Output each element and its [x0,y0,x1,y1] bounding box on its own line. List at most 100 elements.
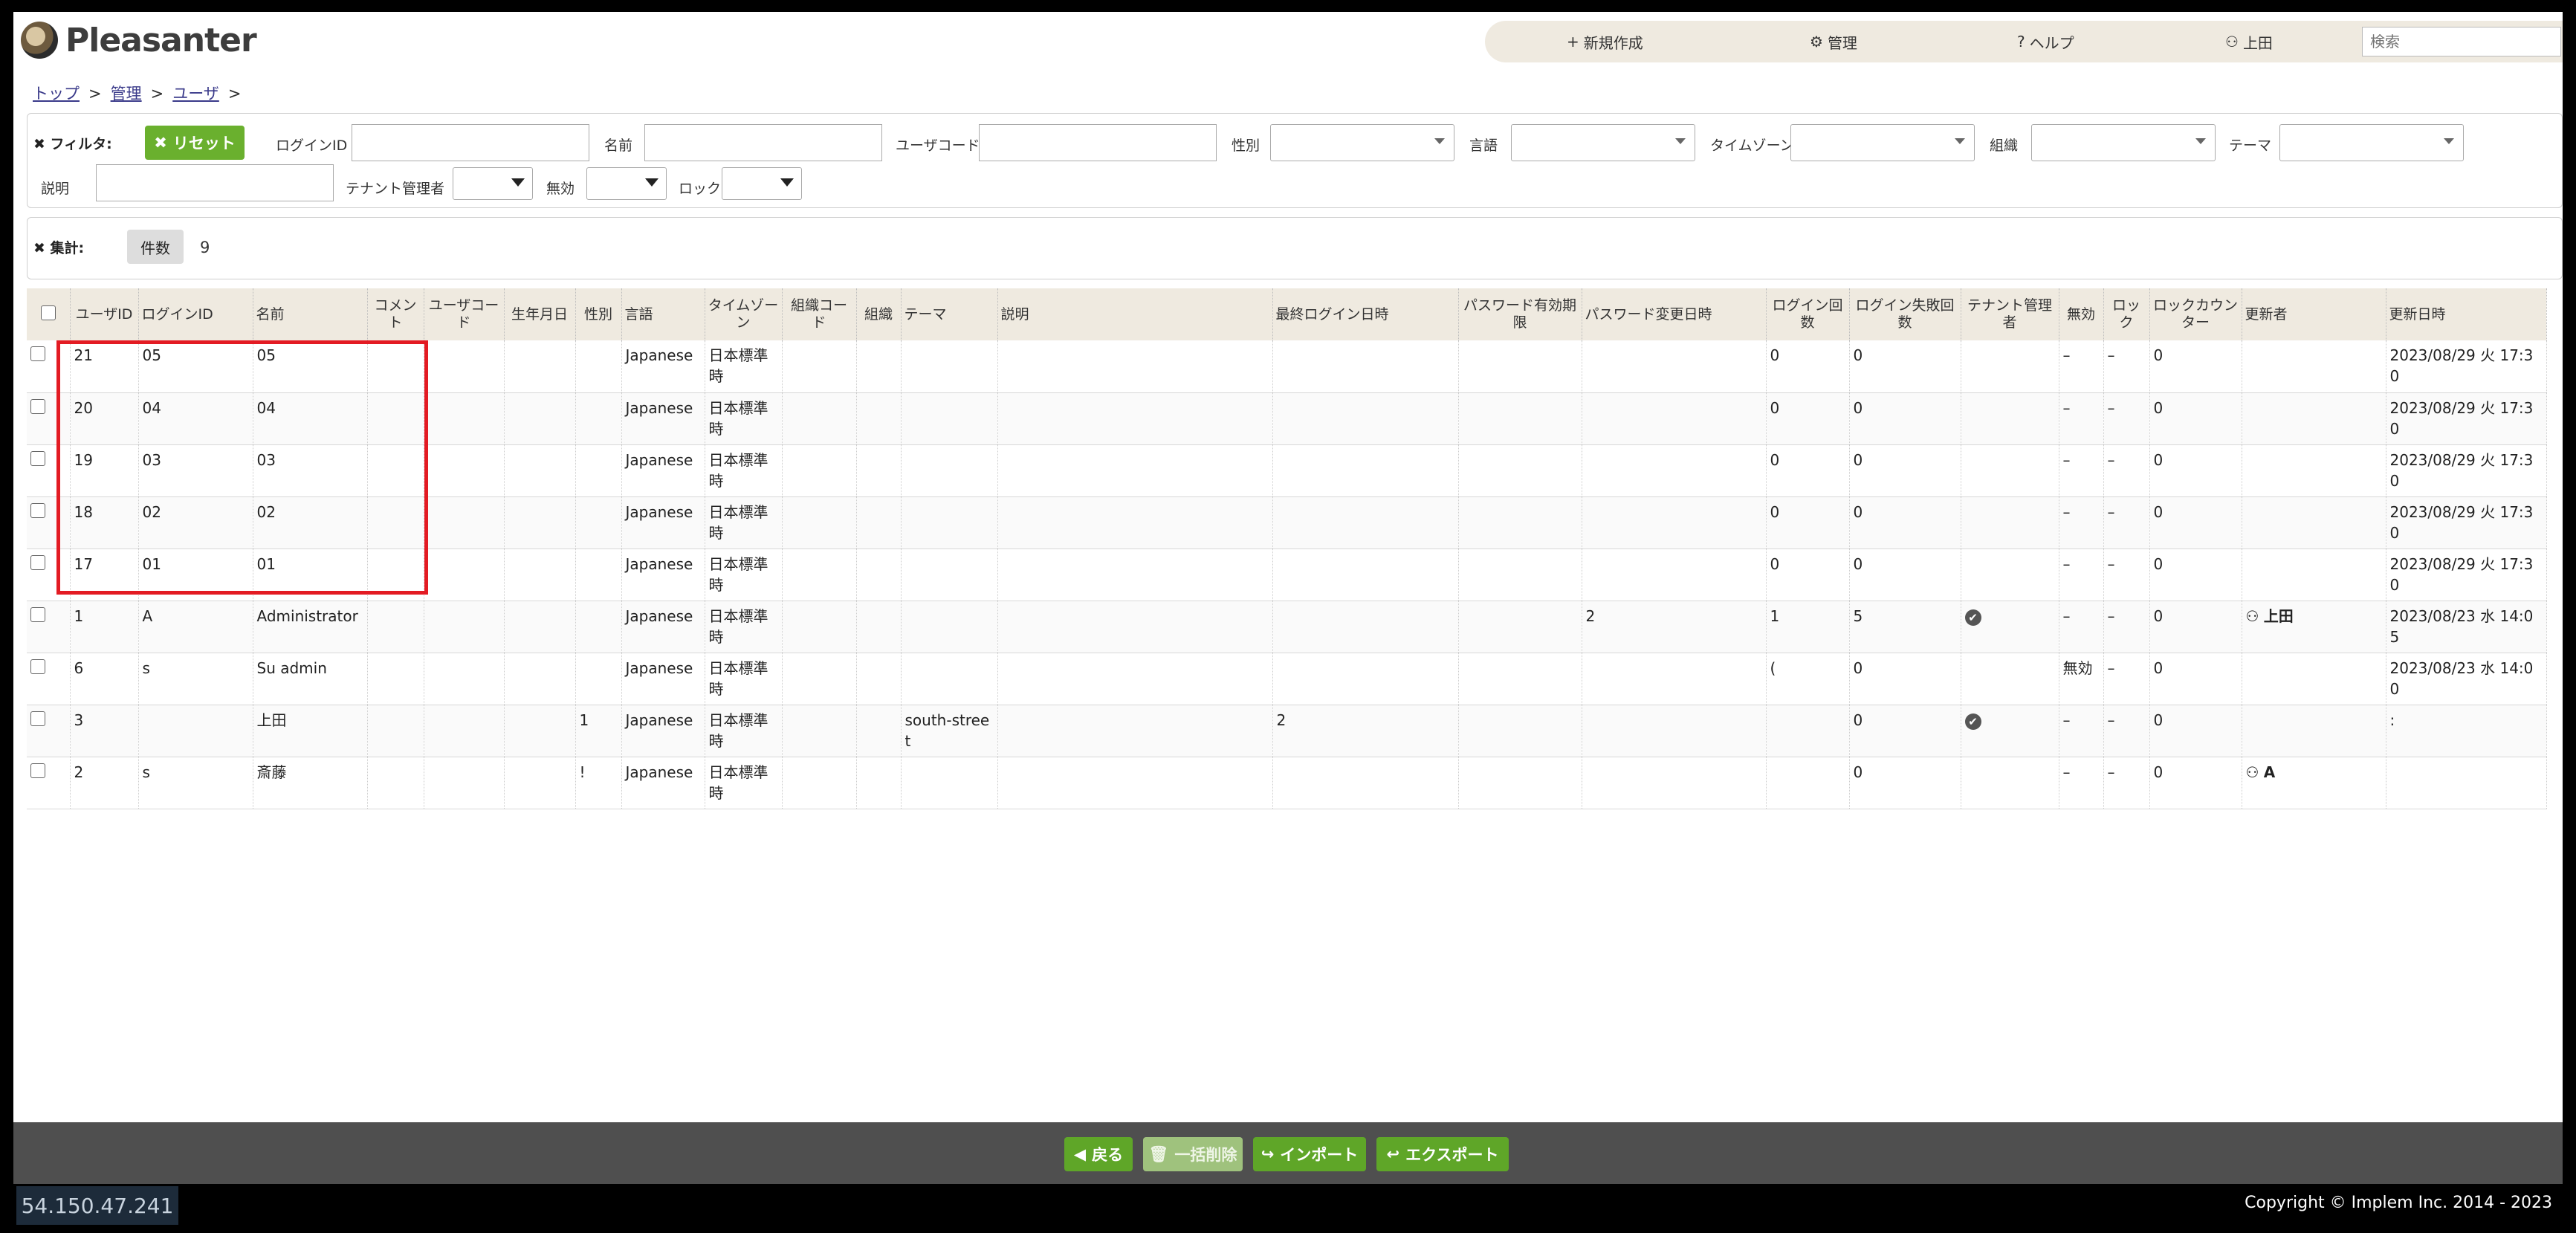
header-language[interactable]: 言語 [621,288,705,340]
timezone-filter-select[interactable] [1790,124,1975,161]
app-logo[interactable]: Pleasanter [21,18,257,62]
trash-icon: 🗑 [1148,1145,1169,1163]
header-user-code[interactable]: ユーザコード [424,288,505,340]
breadcrumb-users[interactable]: ユーザ [172,85,219,103]
cell-gender [575,601,622,653]
header-tenant-manager[interactable]: テナント管理者 [1961,288,2059,340]
tenant-manager-filter-select[interactable] [453,167,533,200]
header-comment[interactable]: コメント [367,288,424,340]
language-filter-select[interactable] [1511,124,1695,161]
bulk-delete-button[interactable]: 🗑 一括削除 [1143,1137,1243,1171]
lockout-filter-select[interactable] [722,167,802,200]
header-timezone[interactable]: タイムゾーン [705,288,783,340]
cell-timezone: 日本標準時 [705,653,783,705]
header-theme[interactable]: テーマ [901,288,998,340]
cell-comment [367,601,424,653]
theme-filter-select[interactable] [2279,124,2464,161]
export-button[interactable]: ↩ エクスポート [1376,1137,1509,1171]
cell-updator [2242,496,2386,549]
count-badge[interactable]: 件数 [127,230,184,264]
breadcrumb-manage[interactable]: 管理 [111,85,142,103]
cell-name: 上田 [253,705,368,757]
aggregate-title[interactable]: ✖ 集計: [33,237,84,257]
nav-help-item[interactable]: ? ヘルプ [2017,31,2074,53]
name-filter-input[interactable] [644,124,882,161]
cell-tenant-manager: ✔ [1961,705,2059,757]
cell-disabled: – [2059,601,2104,653]
gender-filter-select[interactable] [1270,124,1454,161]
select-all-header[interactable] [27,288,71,340]
table-row[interactable]: 18 02 02 Japanese 日本標準時 0 0– –0 2023/08/29 火 17:… [27,496,2547,549]
header-birthday[interactable]: 生年月日 [504,288,576,340]
table-row[interactable]: 21 05 05 Japanese 日本標準時 0 0– –0 2023/08/29 火 17:… [27,340,2547,393]
nav-user-item[interactable]: ⚇ 上田 [2225,31,2273,53]
row-checkbox[interactable] [30,658,45,674]
cell-user-code [424,340,505,393]
header-updator[interactable]: 更新者 [2242,288,2386,340]
table-row[interactable]: 19 03 03 Japanese 日本標準時 0 0– –0 2023/08/29 火 17:… [27,444,2547,497]
row-checkbox[interactable] [30,398,45,414]
header-login-fail-count[interactable]: ログイン失敗回数 [1849,288,1961,340]
table-row[interactable]: 1 A Administrator Japanese 日本標準時 2 1 5 ✔ – –0 ⚇ 上田 2… [27,601,2547,653]
header-password-expiration[interactable]: パスワード有効期限 [1458,288,1582,340]
row-checkbox[interactable] [30,450,45,466]
row-select-cell [27,705,71,757]
header-lockout-counter[interactable]: ロックカウンター [2149,288,2242,340]
header-gender[interactable]: 性別 [575,288,622,340]
header-lockout[interactable]: ロック [2103,288,2150,340]
breadcrumb-top[interactable]: トップ [33,85,80,103]
header-password-change[interactable]: パスワード変更日時 [1582,288,1767,340]
dept-filter-select[interactable] [2031,124,2216,161]
cell-login-id: A [138,601,253,653]
header-login-id[interactable]: ログインID [138,288,253,340]
row-checkbox[interactable] [30,763,45,778]
table-row[interactable]: 3 上田 1 Japanese 日本標準時 south-street 2 0 ✔ – –0: [27,705,2547,757]
cell-birthday [504,496,576,549]
aggregate-title-text: 集計: [50,240,85,256]
cell-body [997,653,1273,705]
row-checkbox[interactable] [30,502,45,518]
user-code-filter-input[interactable] [979,124,1217,161]
header-login-count[interactable]: ログイン回数 [1766,288,1850,340]
back-button[interactable]: ◀ 戻る [1064,1137,1133,1171]
header-disabled[interactable]: 無効 [2059,288,2104,340]
header-dept-code[interactable]: 組織コード [782,288,857,340]
cell-lockout: – [2103,496,2150,549]
nav-manage-item[interactable]: ⚙ 管理 [1810,31,1857,53]
import-button[interactable]: ↪ インポート [1253,1137,1366,1171]
cell-updated: 2023/08/29 火 17:30 [2386,548,2547,601]
row-checkbox[interactable] [30,346,45,361]
header-name[interactable]: 名前 [253,288,368,340]
check-circle-icon: ✔ [1964,713,1981,730]
nav-help-label: ヘルプ [2029,33,2074,52]
select-all-checkbox[interactable] [40,305,56,321]
cell-lockout: – [2103,392,2150,445]
cell-user-id: 3 [70,705,139,757]
row-checkbox[interactable] [30,606,45,622]
table-row[interactable]: 6 s Su admin Japanese 日本標準時(0 無効 –0 2023/08/23 … [27,653,2547,705]
search-input[interactable] [2362,27,2561,56]
header-updated[interactable]: 更新日時 [2386,288,2547,340]
row-checkbox[interactable] [30,711,45,726]
cell-user-code [424,601,505,653]
row-select-cell [27,601,71,653]
header-last-login[interactable]: 最終ログイン日時 [1272,288,1459,340]
disabled-filter-select[interactable] [586,167,667,200]
cell-user-code [424,705,505,757]
cell-lockout: – [2103,757,2150,809]
cell-login-fail-count: 0 [1849,340,1961,393]
reset-button[interactable]: ✖ リセット [145,126,245,160]
header-user-id[interactable]: ユーザID [70,288,139,340]
table-row[interactable]: 20 04 04 Japanese 日本標準時 0 0– –0 2023/08/29 火 17:… [27,392,2547,445]
row-checkbox[interactable] [30,554,45,570]
login-id-filter-input[interactable] [352,124,589,161]
body-filter-input[interactable] [96,164,334,201]
nav-new-item[interactable]: + 新規作成 [1567,31,1643,53]
cell-user-id: 1 [70,601,139,653]
header-body[interactable]: 説明 [997,288,1273,340]
body-label: 説明 [41,181,70,197]
table-row[interactable]: 2 s 斎藤! Japanese 日本標準時 0– –0 ⚇ A [27,757,2547,809]
table-row[interactable]: 17 01 01 Japanese 日本標準時 0 0– –0 2023/08/29 火 17:… [27,548,2547,601]
header-dept[interactable]: 組織 [856,288,902,340]
filter-title[interactable]: ✖ フィルタ: [33,133,112,153]
